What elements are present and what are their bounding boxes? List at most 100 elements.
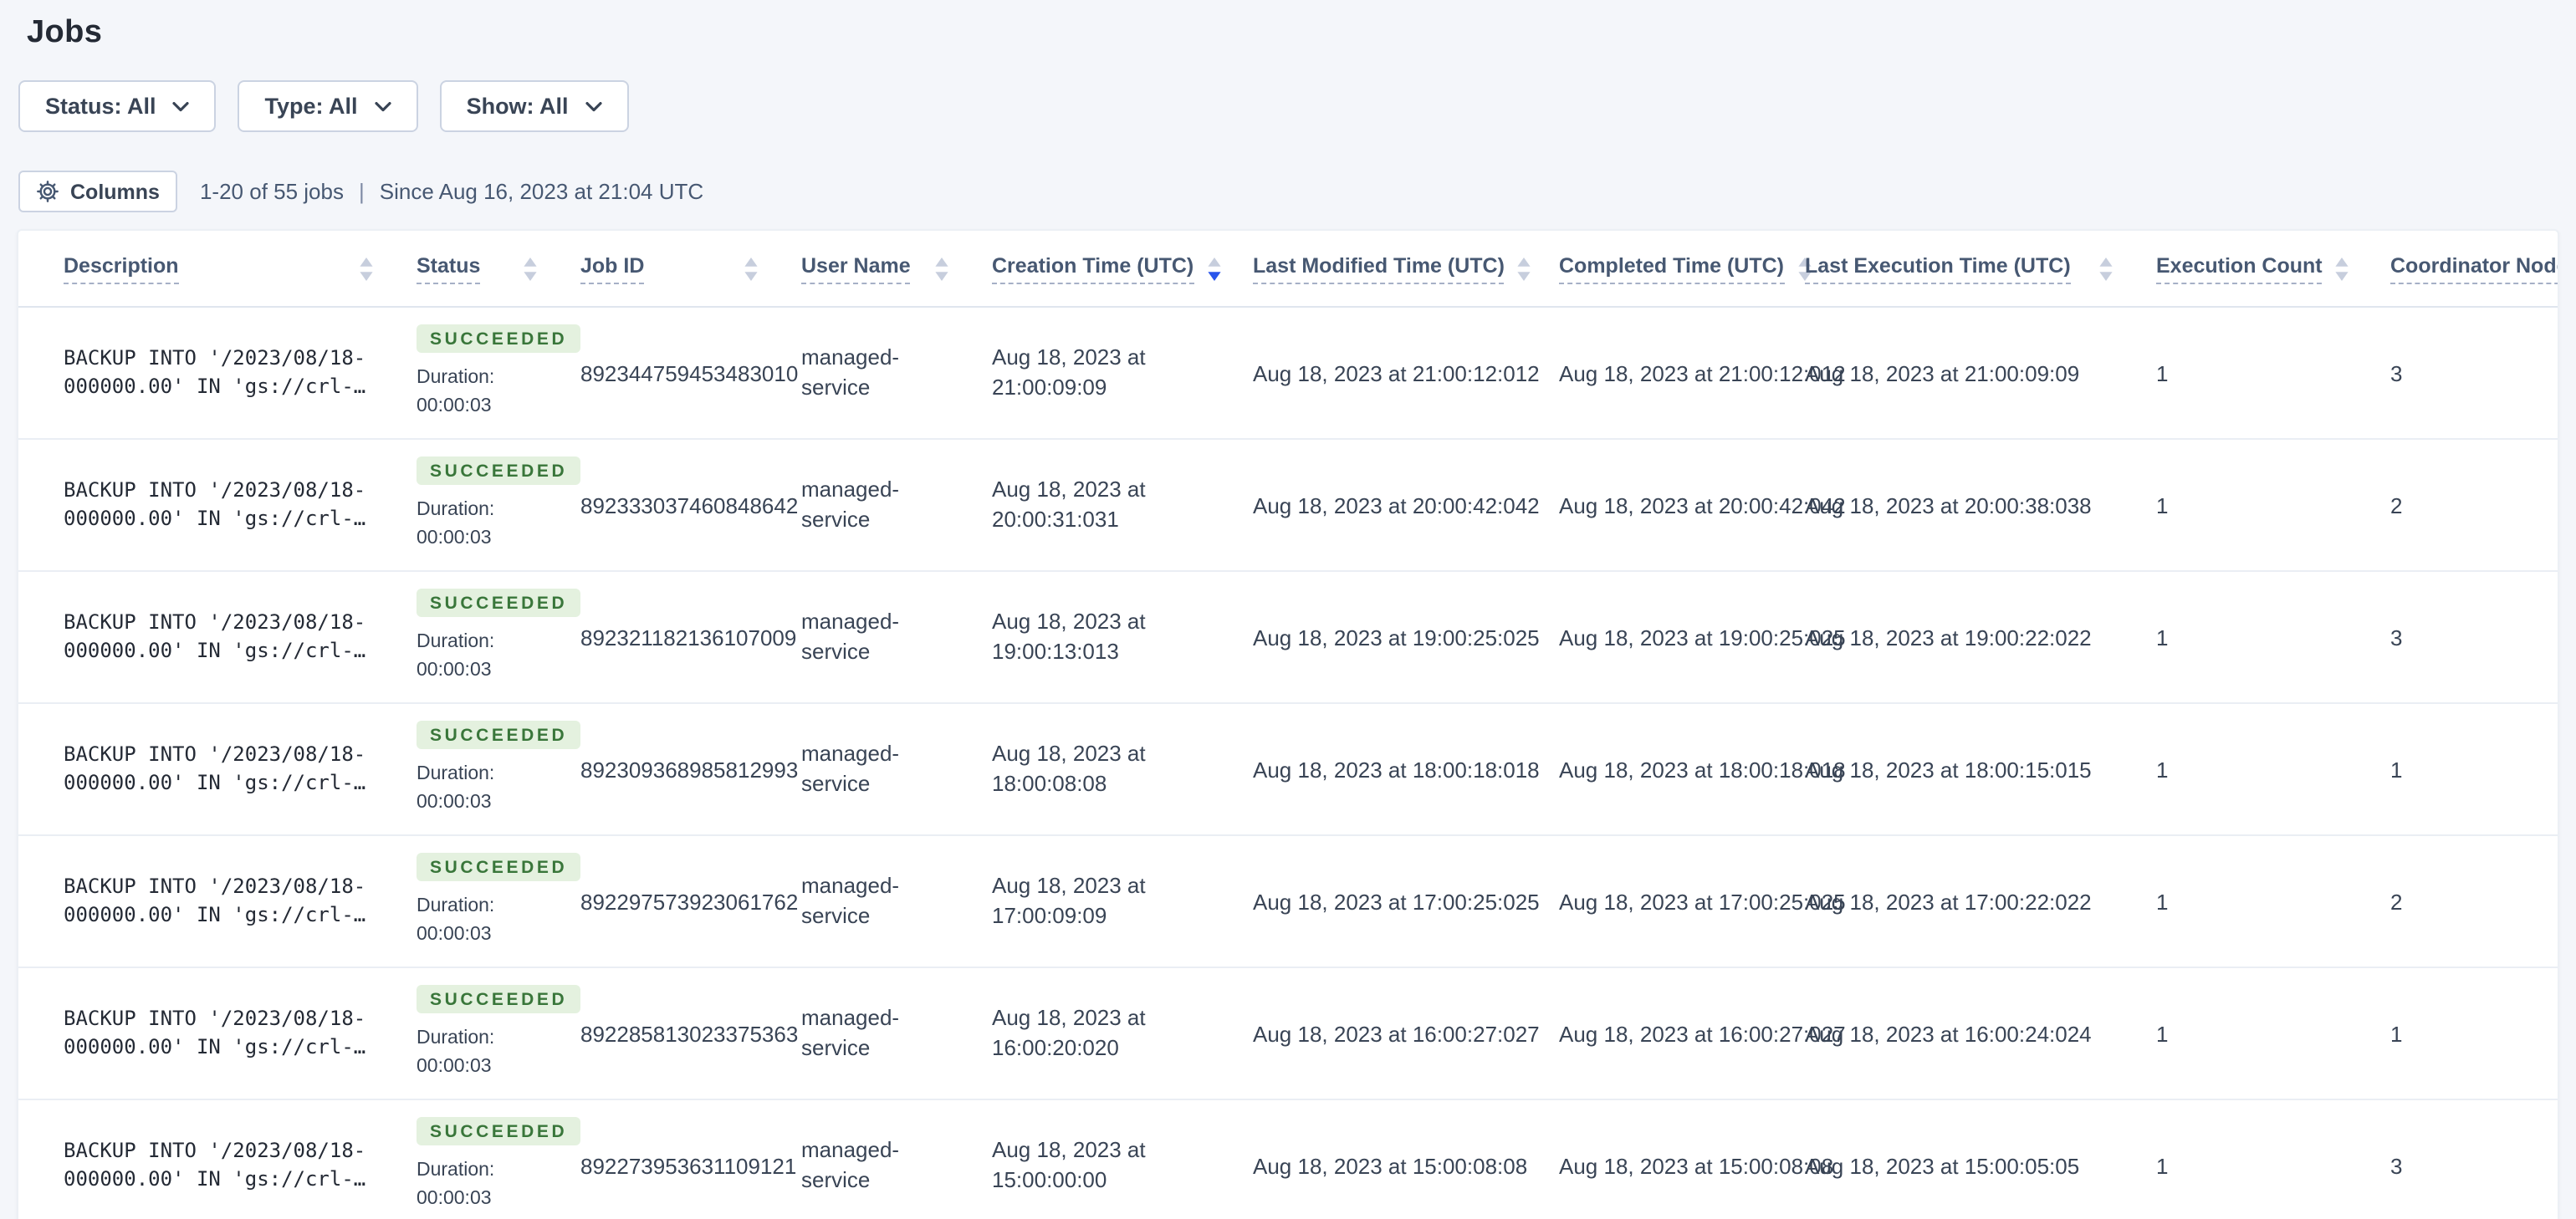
- job-description-link[interactable]: BACKUP INTO '/2023/08/18-000000.00' IN '…: [64, 609, 368, 666]
- job-status-cell: SUCCEEDED Duration: 00:00:03: [417, 456, 581, 554]
- job-description-link[interactable]: BACKUP INTO '/2023/08/18-000000.00' IN '…: [64, 344, 368, 401]
- coordinator-node-cell: 2: [2390, 889, 2403, 914]
- user-name-cell: managed-service: [801, 1135, 992, 1196]
- job-description-link[interactable]: BACKUP INTO '/2023/08/18-000000.00' IN '…: [64, 873, 368, 930]
- status-badge: SUCCEEDED: [417, 456, 581, 486]
- last-modified-time-cell: Aug 18, 2023 at 18:00:18:018: [1253, 757, 1540, 782]
- sort-arrows-icon[interactable]: [360, 257, 373, 280]
- completed-time-cell: Aug 18, 2023 at 15:00:08:08: [1559, 1153, 1834, 1178]
- column-header-last-execution-time[interactable]: Last Execution Time (UTC): [1805, 253, 2156, 283]
- execution-count-cell: 1: [2156, 625, 2169, 650]
- jobs-table: Description Status Job ID User Name Crea…: [17, 229, 2559, 1219]
- sort-arrows-icon[interactable]: [2099, 257, 2113, 280]
- user-name-cell: managed-service: [801, 607, 992, 667]
- job-id-cell: 892273953631109121: [580, 1153, 797, 1178]
- user-name-value: managed-service: [801, 741, 900, 796]
- show-filter-dropdown[interactable]: Show: All: [439, 80, 629, 132]
- job-description-link[interactable]: BACKUP INTO '/2023/08/18-000000.00' IN '…: [64, 741, 368, 798]
- job-id-cell: 892285813023375363: [580, 1021, 799, 1046]
- job-status-cell: SUCCEEDED Duration: 00:00:03: [417, 852, 581, 951]
- completed-time-cell: Aug 18, 2023 at 18:00:18:018: [1559, 757, 1846, 782]
- column-header-last-modified-time[interactable]: Last Modified Time (UTC): [1253, 253, 1559, 283]
- job-description-cell: BACKUP INTO '/2023/08/18-000000.00' IN '…: [64, 1005, 417, 1062]
- coordinator-node-cell: 3: [2390, 1153, 2403, 1178]
- column-header-description[interactable]: Description: [64, 253, 417, 283]
- job-description-cell: BACKUP INTO '/2023/08/18-000000.00' IN '…: [64, 477, 417, 533]
- user-name-value: managed-service: [801, 609, 900, 664]
- column-header-coordinator-node[interactable]: Coordinator Node: [2390, 253, 2558, 283]
- creation-time-value: Aug 18, 2023 at 15:00:00:00: [992, 1137, 1146, 1192]
- coordinator-node-cell: 2: [2390, 492, 2403, 518]
- job-description-link[interactable]: BACKUP INTO '/2023/08/18-000000.00' IN '…: [64, 477, 368, 533]
- status-badge: SUCCEEDED: [417, 588, 581, 618]
- completed-time-cell: Aug 18, 2023 at 21:00:12:012: [1559, 360, 1846, 385]
- completed-time-cell: Aug 18, 2023 at 20:00:42:042: [1559, 492, 1846, 518]
- table-row: BACKUP INTO '/2023/08/18-000000.00' IN '…: [18, 968, 2558, 1100]
- creation-time-cell: Aug 18, 2023 at 16:00:20:020: [992, 1003, 1253, 1063]
- status-badge: SUCCEEDED: [417, 720, 581, 750]
- type-filter-dropdown[interactable]: Type: All: [238, 80, 418, 132]
- duration-label: Duration:: [417, 632, 495, 653]
- column-header-execution-count[interactable]: Execution Count: [2156, 253, 2390, 283]
- completed-time-cell: Aug 18, 2023 at 17:00:25:025: [1559, 889, 1846, 914]
- last-modified-time-cell: Aug 18, 2023 at 21:00:12:012: [1253, 360, 1540, 385]
- sort-arrows-icon[interactable]: [744, 257, 758, 280]
- table-row: BACKUP INTO '/2023/08/18-000000.00' IN '…: [18, 1100, 2558, 1219]
- job-description-link[interactable]: BACKUP INTO '/2023/08/18-000000.00' IN '…: [64, 1005, 368, 1062]
- creation-time-value: Aug 18, 2023 at 19:00:13:013: [992, 609, 1146, 664]
- creation-time-cell: Aug 18, 2023 at 15:00:00:00: [992, 1135, 1253, 1196]
- column-label: Job ID: [580, 253, 645, 283]
- columns-button-label: Columns: [70, 180, 160, 203]
- table-row: BACKUP INTO '/2023/08/18-000000.00' IN '…: [18, 704, 2558, 836]
- user-name-value: managed-service: [801, 1137, 900, 1192]
- creation-time-cell: Aug 18, 2023 at 21:00:09:09: [992, 343, 1253, 403]
- columns-button[interactable]: Columns: [18, 171, 178, 212]
- duration-label: Duration:: [417, 1160, 495, 1181]
- status-filter-dropdown[interactable]: Status: All: [18, 80, 217, 132]
- user-name-cell: managed-service: [801, 739, 992, 799]
- table-row: BACKUP INTO '/2023/08/18-000000.00' IN '…: [18, 308, 2558, 440]
- execution-count-cell: 1: [2156, 1153, 2169, 1178]
- type-filter-label: Type: All: [264, 94, 358, 119]
- job-status-cell: SUCCEEDED Duration: 00:00:03: [417, 984, 581, 1083]
- column-label: Last Execution Time (UTC): [1805, 253, 2071, 283]
- sort-arrows-icon[interactable]: [2336, 257, 2349, 280]
- column-label: Creation Time (UTC): [992, 253, 1194, 283]
- creation-time-cell: Aug 18, 2023 at 18:00:08:08: [992, 739, 1253, 799]
- duration-value: 00:00:03: [417, 925, 492, 946]
- table-body: BACKUP INTO '/2023/08/18-000000.00' IN '…: [18, 308, 2558, 1219]
- sort-arrows-icon[interactable]: [1207, 257, 1220, 280]
- column-header-status[interactable]: Status: [417, 253, 580, 283]
- duration-value: 00:00:03: [417, 396, 492, 417]
- column-label: User Name: [801, 253, 911, 283]
- execution-count-cell: 1: [2156, 492, 2169, 518]
- chevron-down-icon: [585, 101, 602, 111]
- coordinator-node-cell: 3: [2390, 360, 2403, 385]
- job-description-link[interactable]: BACKUP INTO '/2023/08/18-000000.00' IN '…: [64, 1137, 368, 1194]
- show-filter-label: Show: All: [466, 94, 569, 119]
- column-header-user-name[interactable]: User Name: [801, 253, 992, 283]
- job-id-cell: 892321182136107009: [580, 625, 797, 650]
- summary-divider: |: [359, 179, 365, 204]
- user-name-value: managed-service: [801, 873, 900, 928]
- last-execution-time-cell: Aug 18, 2023 at 15:00:05:05: [1805, 1153, 2080, 1178]
- sort-arrows-icon[interactable]: [1518, 257, 1531, 280]
- creation-time-cell: Aug 18, 2023 at 19:00:13:013: [992, 607, 1253, 667]
- column-label: Last Modified Time (UTC): [1253, 253, 1505, 283]
- filters-row: Status: All Type: All Show: All: [18, 80, 2576, 132]
- column-label: Execution Count: [2156, 253, 2323, 283]
- column-header-creation-time[interactable]: Creation Time (UTC): [992, 253, 1253, 283]
- sort-arrows-icon[interactable]: [935, 257, 948, 280]
- user-name-cell: managed-service: [801, 475, 992, 535]
- creation-time-value: Aug 18, 2023 at 20:00:31:031: [992, 477, 1146, 532]
- last-execution-time-cell: Aug 18, 2023 at 17:00:22:022: [1805, 889, 2092, 914]
- jobs-count: 1-20 of 55 jobs: [199, 179, 344, 204]
- table-row: BACKUP INTO '/2023/08/18-000000.00' IN '…: [18, 572, 2558, 704]
- sort-arrows-icon[interactable]: [524, 257, 537, 280]
- duration-label: Duration:: [417, 1028, 495, 1049]
- column-header-completed-time[interactable]: Completed Time (UTC): [1559, 253, 1811, 283]
- column-header-job-id[interactable]: Job ID: [580, 253, 801, 283]
- creation-time-cell: Aug 18, 2023 at 20:00:31:031: [992, 475, 1253, 535]
- job-description-cell: BACKUP INTO '/2023/08/18-000000.00' IN '…: [64, 609, 417, 666]
- jobs-page: Jobs Status: All Type: All Show: All Col…: [0, 0, 2576, 1219]
